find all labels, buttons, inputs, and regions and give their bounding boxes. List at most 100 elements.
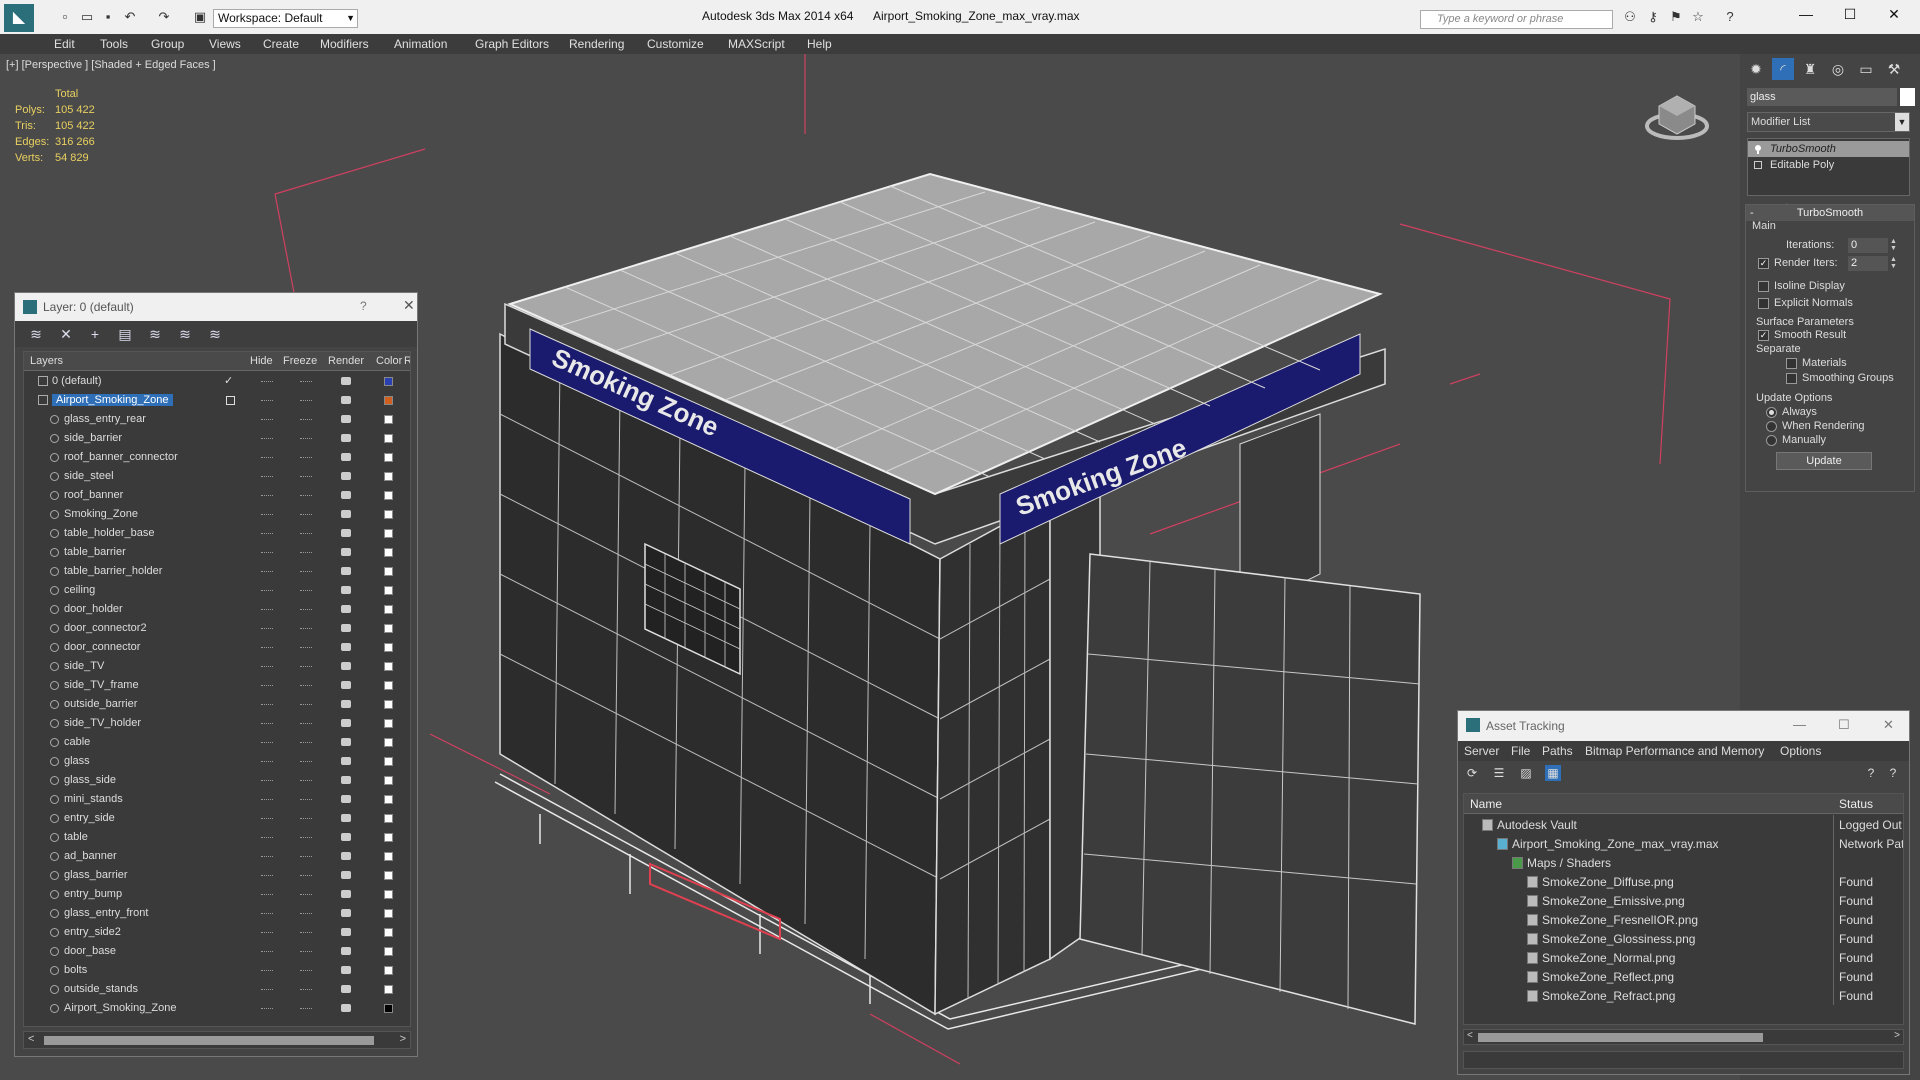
hide-toggle[interactable] [261, 552, 273, 553]
layer-color-swatch[interactable] [384, 396, 393, 405]
menu-graph-editors[interactable]: Graph Editors [475, 37, 549, 51]
layer-color-swatch[interactable] [384, 776, 393, 785]
layer-color-swatch[interactable] [384, 719, 393, 728]
layer-color-swatch[interactable] [384, 529, 393, 538]
project-folder-icon[interactable]: ▣ [192, 9, 208, 25]
hide-toggle[interactable] [261, 704, 273, 705]
render-teapot-icon[interactable] [341, 947, 351, 955]
select-objects-icon[interactable]: ▤ [116, 325, 134, 343]
layer-row[interactable]: Airport_Smoking_Zone [24, 391, 410, 410]
asset-row[interactable]: SmokeZone_FresnelIOR.png Found [1464, 910, 1903, 929]
render-teapot-icon[interactable] [341, 453, 351, 461]
layer-color-swatch[interactable] [384, 757, 393, 766]
close-icon[interactable]: ✕ [403, 297, 415, 314]
hide-toggle[interactable] [261, 685, 273, 686]
favorites-star-icon[interactable]: ☆ [1690, 9, 1706, 25]
undo-icon[interactable]: ↶ [122, 9, 138, 25]
hide-toggle[interactable] [261, 628, 273, 629]
isoline-display-checkbox[interactable] [1758, 281, 1769, 292]
layer-row[interactable]: cable [24, 733, 410, 752]
help-icon[interactable]: ? [1863, 765, 1879, 781]
render-teapot-icon[interactable] [341, 966, 351, 974]
layer-color-swatch[interactable] [384, 966, 393, 975]
layer-row[interactable]: side_TV_holder [24, 714, 410, 733]
hide-toggle[interactable] [261, 476, 273, 477]
layer-color-swatch[interactable] [384, 928, 393, 937]
col-status[interactable]: Status [1839, 797, 1873, 811]
layer-panel-titlebar[interactable]: Layer: 0 (default) ? ✕ [15, 293, 417, 321]
freeze-toggle[interactable] [300, 875, 312, 876]
hide-toggle[interactable] [261, 666, 273, 667]
layer-row[interactable]: side_TV [24, 657, 410, 676]
layer-row[interactable]: table_barrier [24, 543, 410, 562]
turbosmooth-rollout-header[interactable]: - TurboSmooth [1746, 205, 1914, 221]
layer-color-swatch[interactable] [384, 567, 393, 576]
layer-color-swatch[interactable] [384, 890, 393, 899]
layer-row[interactable]: Airport_Smoking_Zone [24, 999, 410, 1018]
freeze-toggle[interactable] [300, 837, 312, 838]
layer-color-swatch[interactable] [384, 985, 393, 994]
freeze-toggle[interactable] [300, 761, 312, 762]
maximize-icon[interactable]: ☐ [1840, 6, 1860, 24]
render-iters-checkbox[interactable]: ✓ [1758, 258, 1769, 269]
refresh-icon[interactable]: ⟳ [1464, 765, 1480, 781]
hide-toggle[interactable] [261, 723, 273, 724]
scroll-left-icon[interactable]: < [1467, 1030, 1473, 1041]
object-name-field[interactable]: glass [1747, 88, 1897, 106]
layer-color-swatch[interactable] [384, 472, 393, 481]
table-view-icon[interactable]: ▦ [1545, 765, 1561, 781]
layer-color-swatch[interactable] [384, 681, 393, 690]
menu-help[interactable]: Help [807, 37, 832, 51]
freeze-toggle[interactable] [300, 647, 312, 648]
freeze-toggle[interactable] [300, 932, 312, 933]
layer-row[interactable]: table [24, 828, 410, 847]
render-teapot-icon[interactable] [341, 700, 351, 708]
scroll-left-icon[interactable]: < [28, 1033, 34, 1045]
menu-maxscript[interactable]: MAXScript [728, 37, 785, 51]
layer-row[interactable]: mini_stands [24, 790, 410, 809]
col-freeze[interactable]: Freeze [283, 355, 317, 367]
scroll-thumb[interactable] [44, 1036, 374, 1045]
render-teapot-icon[interactable] [341, 985, 351, 993]
app-logo-icon[interactable]: ◣ [4, 4, 34, 32]
viewcube-icon[interactable] [1645, 84, 1709, 144]
layer-color-swatch[interactable] [384, 510, 393, 519]
layer-row[interactable]: entry_side2 [24, 923, 410, 942]
render-teapot-icon[interactable] [341, 738, 351, 746]
asset-row[interactable]: Autodesk Vault Logged Out [1464, 815, 1903, 834]
object-color-swatch[interactable] [1900, 88, 1915, 106]
col-layers[interactable]: Layers [30, 355, 63, 367]
render-teapot-icon[interactable] [341, 491, 351, 499]
layer-row[interactable]: glass_entry_rear [24, 410, 410, 429]
layer-color-swatch[interactable] [384, 453, 393, 462]
manually-radio[interactable] [1766, 435, 1777, 446]
set-active-layer-icon[interactable] [226, 396, 235, 405]
col-color[interactable]: Color [376, 355, 402, 367]
menu-options[interactable]: Options [1780, 744, 1821, 758]
menu-create[interactable]: Create [263, 37, 299, 51]
asset-row[interactable]: Airport_Smoking_Zone_max_vray.max Network… [1464, 834, 1903, 853]
freeze-toggle[interactable] [300, 628, 312, 629]
menu-bitmap-performance[interactable]: Bitmap Performance and Memory [1585, 744, 1764, 758]
layer-row[interactable]: entry_bump [24, 885, 410, 904]
layer-color-swatch[interactable] [384, 586, 393, 595]
hide-toggle[interactable] [261, 571, 273, 572]
save-icon[interactable]: ▪ [100, 9, 116, 25]
render-teapot-icon[interactable] [341, 510, 351, 518]
spinner-arrows-icon[interactable]: ▲ ▼ [1890, 238, 1898, 253]
search-input[interactable]: Type a keyword or phrase [1420, 10, 1613, 29]
layer-row[interactable]: entry_side [24, 809, 410, 828]
hide-toggle[interactable] [261, 742, 273, 743]
update-button[interactable]: Update [1776, 452, 1872, 470]
create-tab-icon[interactable]: ✹ [1745, 58, 1767, 80]
scroll-right-icon[interactable]: > [1894, 1030, 1900, 1041]
scroll-thumb[interactable] [1478, 1033, 1763, 1042]
freeze-toggle[interactable] [300, 381, 312, 382]
render-teapot-icon[interactable] [341, 415, 351, 423]
hide-all-icon[interactable]: ≋ [176, 325, 194, 343]
freeze-toggle[interactable] [300, 419, 312, 420]
render-teapot-icon[interactable] [341, 586, 351, 594]
col-render[interactable]: Render [328, 355, 364, 367]
hide-toggle[interactable] [261, 1008, 273, 1009]
hide-toggle[interactable] [261, 761, 273, 762]
